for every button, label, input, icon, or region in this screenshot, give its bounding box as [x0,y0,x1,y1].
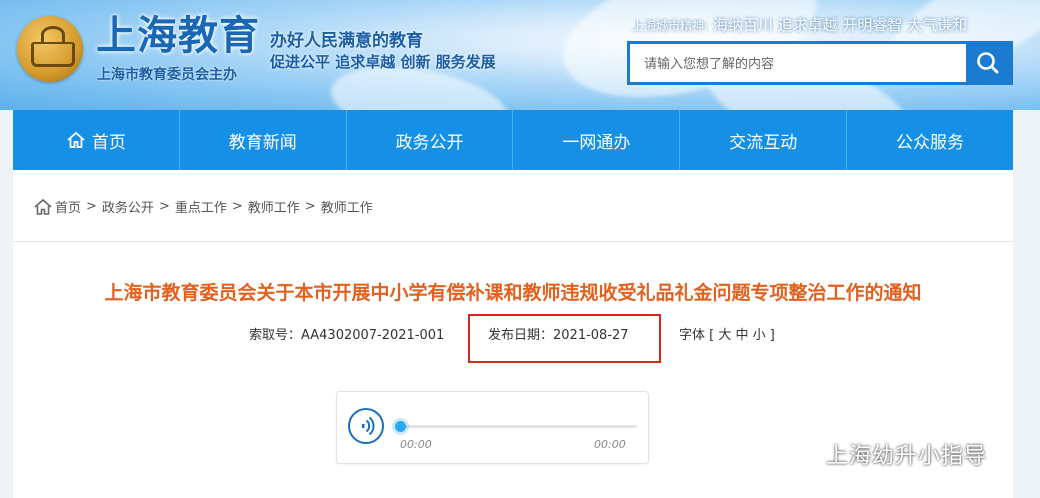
breadcrumb-key-work[interactable]: 重点工作 [175,197,227,216]
nav-item-home[interactable]: 首页 [13,110,180,170]
nav-item-label: 教育新闻 [228,132,297,153]
nav-item-one-stop-service[interactable]: 一网通办 [513,110,681,170]
breadcrumb-separator: > [86,199,97,214]
audio-wave-icon [362,416,375,436]
audio-progress-track[interactable] [399,425,637,428]
slogan-line-1: 办好人民满意的教育 [270,31,423,51]
publish-date-highlight-box [468,314,661,363]
home-icon [34,198,52,215]
nav-item-label: 政务公开 [395,132,464,153]
nav-item-label: 公众服务 [896,132,965,153]
nav-item-government-affairs[interactable]: 政务公开 [347,110,514,170]
audio-duration: 00:00 [594,438,626,451]
breadcrumb-government-affairs[interactable]: 政务公开 [102,197,154,216]
watermark-text: 上海幼升小指导 [826,444,988,469]
city-spirit: 上海城市精神: 海纳百川 追求卓越 开明睿智 大气谦和 [632,14,967,35]
main-nav: 首页 教育新闻 政务公开 一网通办 交流互动 公众服务 [13,110,1013,170]
nav-item-public-service[interactable]: 公众服务 [847,110,1013,170]
audio-player: 00:00 00:00 [336,391,649,464]
search-button[interactable] [966,44,1010,82]
wechat-icon [784,441,817,466]
search-icon [977,52,999,74]
city-spirit-label: 上海城市精神: [632,19,709,33]
nav-item-label: 一网通办 [562,132,631,153]
slogan-line-2: 促进公平 追求卓越 创新 服务发展 [270,53,496,71]
audio-current-time: 00:00 [400,438,432,451]
site-title[interactable]: 上海教育 [96,14,260,58]
index-number: 索取号：AA4302007-2021-001 [249,328,445,343]
nav-item-interaction[interactable]: 交流互动 [680,110,848,170]
breadcrumb-home[interactable]: 首页 [55,197,81,216]
site-subtitle: 上海市教育委员会主办 [97,67,237,83]
breadcrumb-teacher-work-current[interactable]: 教师工作 [321,197,373,216]
breadcrumb: 首页 > 政务公开 > 重点工作 > 教师工作 > 教师工作 [33,197,373,216]
breadcrumb-divider [13,241,1013,242]
search-box [627,41,1013,85]
breadcrumb-teacher-work[interactable]: 教师工作 [248,197,300,216]
breadcrumb-separator: > [158,199,170,214]
article-title: 上海市教育委员会关于本市开展中小学有偿补课和教师违规收受礼品礼金问题专项整治工作… [104,282,922,304]
city-spirit-text: 海纳百川 追求卓越 开明睿智 大气谦和 [712,16,968,34]
home-icon [67,131,85,148]
audio-progress-knob[interactable] [395,421,406,432]
nav-item-label: 首页 [91,132,126,153]
site-header: 上海教育 上海市教育委员会主办 办好人民满意的教育 促进公平 追求卓越 创新 服… [0,0,1040,110]
search-input[interactable] [642,44,966,84]
breadcrumb-separator: > [231,199,243,214]
logo-emblem[interactable] [17,16,83,82]
wechat-watermark: 上海幼升小指导 [782,438,987,470]
font-size-selector[interactable]: 字体 [ 大 中 小 ] [679,324,775,343]
audio-play-button[interactable] [348,408,384,444]
breadcrumb-separator: > [304,199,316,214]
nav-item-label: 交流互动 [729,132,798,153]
nav-item-education-news[interactable]: 教育新闻 [180,110,347,170]
